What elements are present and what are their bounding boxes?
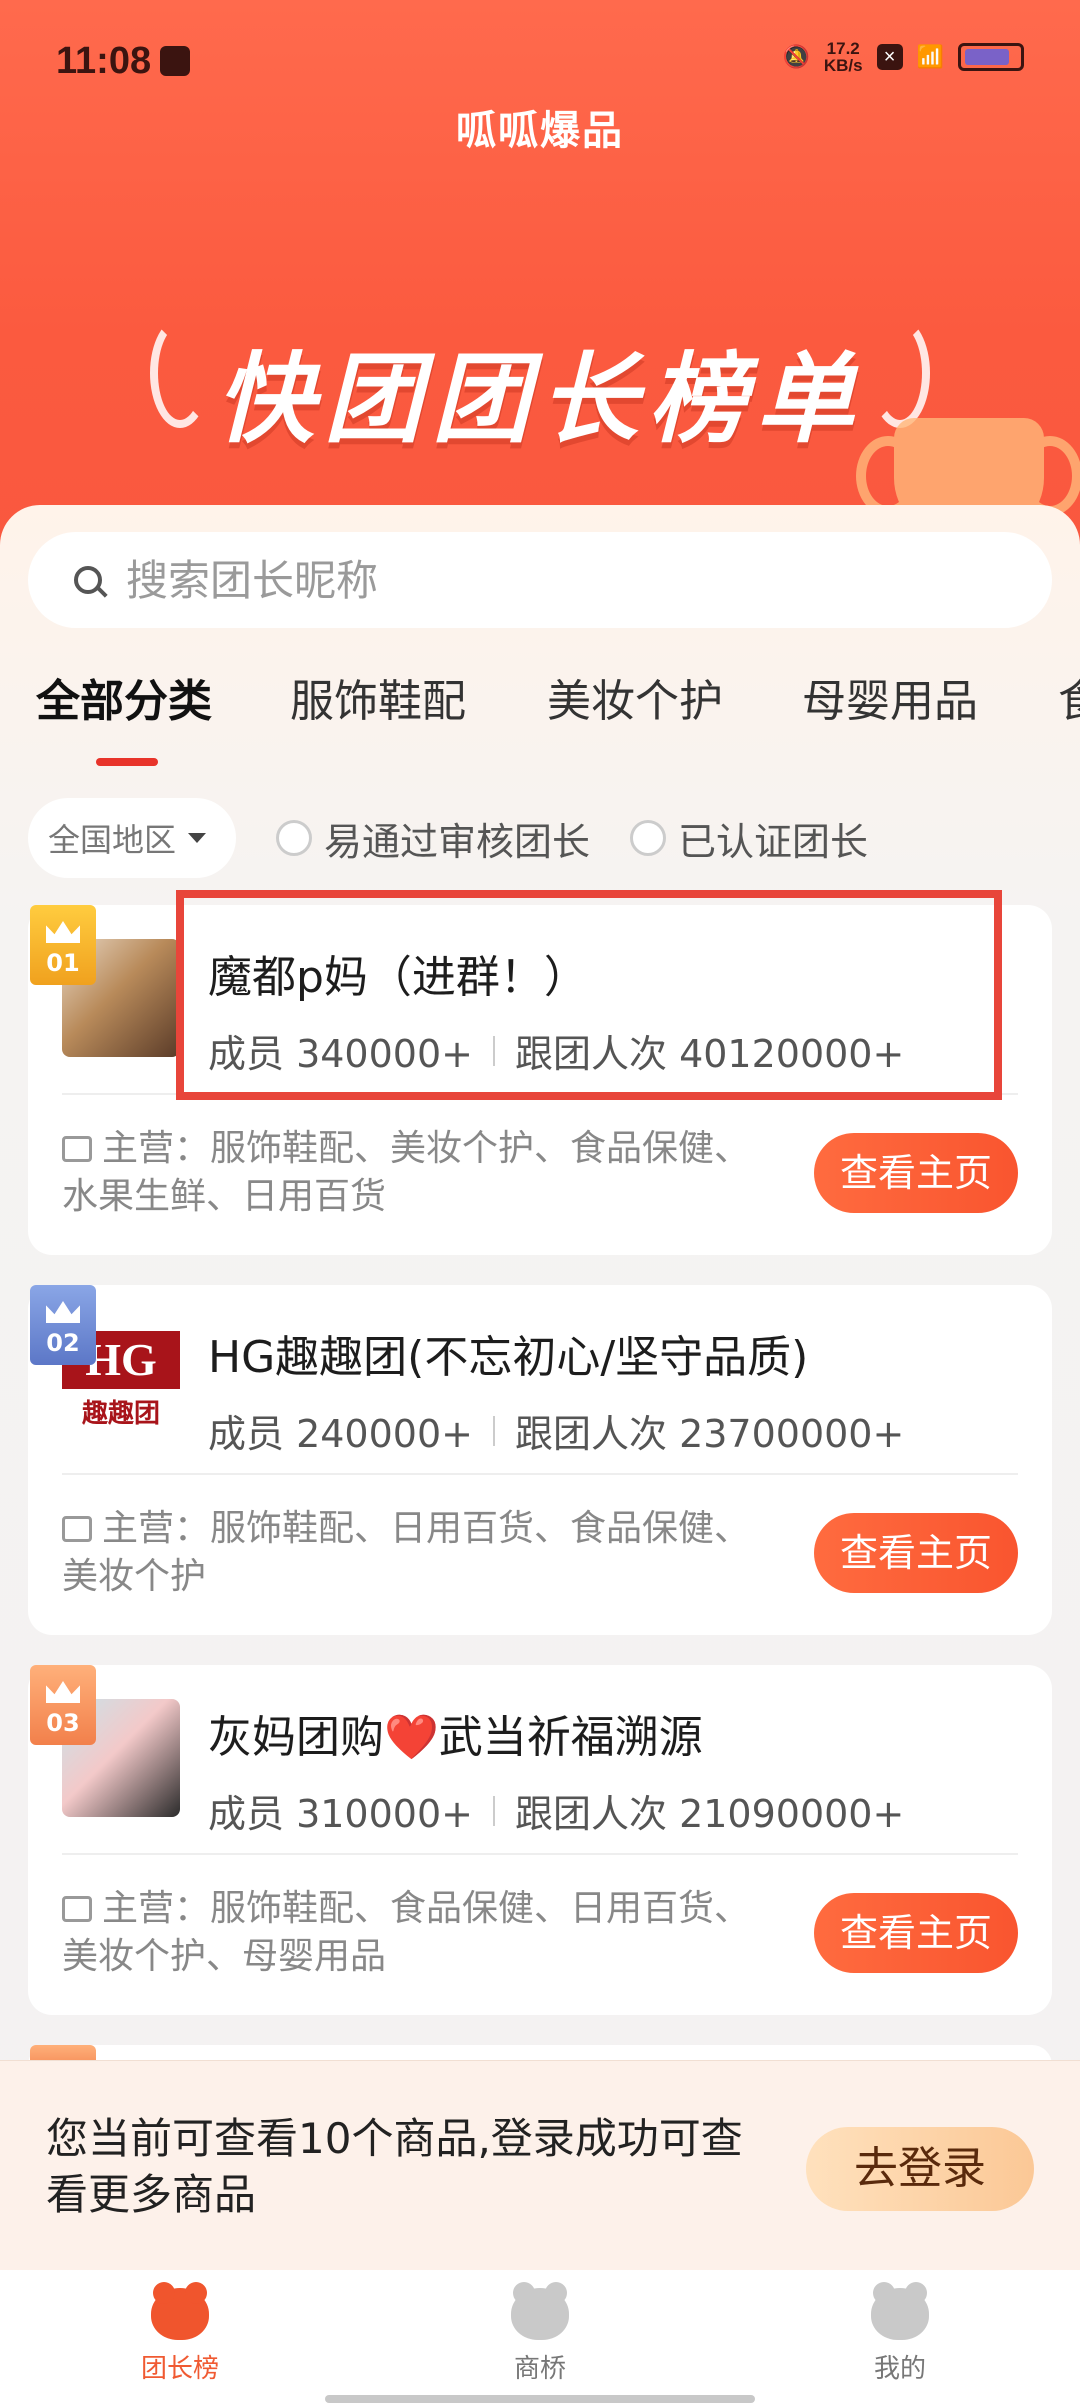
main-categories: 主营：服饰鞋配、日用百货、食品保健、美妆个护 <box>62 1505 752 1601</box>
verified-filter[interactable]: 已认证团长 <box>630 811 868 866</box>
nav-item-me[interactable]: 我的 <box>800 2282 1000 2385</box>
app-title: 呱呱爆品 <box>456 108 624 154</box>
region-label: 全国地区 <box>48 821 177 859</box>
view-homepage-button[interactable]: 查看主页 <box>814 1513 1018 1593</box>
search-input[interactable] <box>126 555 926 605</box>
rank-number: 02 <box>46 1329 80 1357</box>
joins-count: 跟团人次 21090000+ <box>514 1792 905 1836</box>
tab-food[interactable]: 食 <box>1058 665 1080 729</box>
main-categories-text: 主营：服饰鞋配、美妆个护、食品保健、水果生鲜、日用百货 <box>62 1128 751 1217</box>
filter-bar: 全国地区 易通过审核团长 已认证团长 <box>28 798 868 878</box>
tab-all[interactable]: 全部分类 <box>36 665 212 729</box>
verified-label: 已认证团长 <box>678 819 869 864</box>
caret-down-icon <box>188 833 207 843</box>
card-divider <box>62 1853 1018 1855</box>
logo-subtitle: 趣趣团 <box>81 1399 160 1429</box>
shop-icon <box>62 1516 92 1542</box>
main-categories: 主营：服饰鞋配、食品保健、日用百货、美妆个护、母婴用品 <box>62 1885 752 1981</box>
category-tabs: 全部分类 服饰鞋配 美妆个护 母婴用品 食 <box>0 665 1080 765</box>
nav-item-leaderboard[interactable]: 团长榜 <box>80 2282 280 2385</box>
leader-name: 灰妈团购❤️武当祈福溯源 <box>208 1712 703 1763</box>
region-dropdown[interactable]: 全国地区 <box>28 798 237 878</box>
rank-number: 03 <box>46 1709 80 1737</box>
login-prompt-bar: 您当前可查看10个商品,登录成功可查看更多商品 去登录 <box>0 2060 1080 2270</box>
nav-label-leaderboard: 团长榜 <box>140 2354 219 2384</box>
crown-icon <box>46 921 80 943</box>
bottom-nav: 团长榜 商桥 我的 <box>0 2270 1080 2408</box>
leader-card[interactable]: HG 趣趣团 02 HG趣趣团(不忘初心/坚守品质) 成员 240000+ 跟团… <box>28 1285 1052 1635</box>
nav-item-bridge[interactable]: 商桥 <box>440 2282 640 2385</box>
tab-beauty[interactable]: 美妆个护 <box>547 665 723 729</box>
joins-count: 跟团人次 23700000+ <box>514 1412 905 1456</box>
main-categories: 主营：服饰鞋配、美妆个护、食品保健、水果生鲜、日用百货 <box>62 1125 752 1221</box>
stat-divider <box>492 1415 495 1446</box>
view-homepage-button[interactable]: 查看主页 <box>814 1133 1018 1213</box>
tab-apparel[interactable]: 服饰鞋配 <box>290 665 466 729</box>
radio-icon <box>630 820 667 856</box>
status-icons: 🔕 17.2 KB/s × 📶 <box>782 40 1024 74</box>
crown-icon <box>46 1301 80 1323</box>
main-categories-text: 主营：服饰鞋配、日用百货、食品保健、美妆个护 <box>62 1508 751 1597</box>
login-button[interactable]: 去登录 <box>806 2127 1034 2211</box>
crown-icon <box>46 1681 80 1703</box>
profile-frog-icon <box>871 2282 929 2340</box>
wifi-icon: 📶 <box>916 44 944 69</box>
leader-card[interactable]: 03 灰妈团购❤️武当祈福溯源 成员 310000+ 跟团人次 21090000… <box>28 1665 1052 2015</box>
rank-badge: 01 <box>30 905 96 985</box>
tab-baby[interactable]: 母婴用品 <box>802 665 978 729</box>
search-icon <box>74 566 102 594</box>
nav-label-me: 我的 <box>873 2354 926 2384</box>
view-homepage-button[interactable]: 查看主页 <box>814 1893 1018 1973</box>
members-count: 成员 240000+ <box>208 1412 473 1456</box>
tab-indicator <box>96 758 158 766</box>
mute-icon: 🔕 <box>782 44 810 69</box>
leader-stats: 成员 240000+ 跟团人次 23700000+ <box>208 1403 904 1458</box>
radio-icon <box>276 820 313 856</box>
shop-icon <box>62 1136 92 1162</box>
leaderboard-icon <box>151 2282 209 2340</box>
battery-icon <box>958 43 1024 71</box>
rank-badge: 03 <box>30 1665 96 1745</box>
frog-icon <box>511 2282 569 2340</box>
rank-number: 01 <box>46 949 80 977</box>
main-categories-text: 主营：服饰鞋配、食品保健、日用百货、美妆个护、母婴用品 <box>62 1888 751 1977</box>
message-icon <box>160 46 190 76</box>
header-banner: 11:08 🔕 17.2 KB/s × 📶 呱呱爆品 快团团长榜单 <box>0 0 1080 560</box>
leader-name: HG趣趣团(不忘初心/坚守品质) <box>208 1332 809 1383</box>
login-prompt-text: 您当前可查看10个商品,登录成功可查看更多商品 <box>46 2114 743 2219</box>
search-bar[interactable] <box>28 532 1052 628</box>
nav-label-bridge: 商桥 <box>513 2354 566 2384</box>
stat-divider <box>492 1795 495 1826</box>
status-time: 11:08 <box>56 40 152 82</box>
rank-badge: 02 <box>30 1285 96 1365</box>
card-divider <box>62 1473 1018 1475</box>
home-indicator[interactable] <box>325 2395 755 2403</box>
easy-approve-label: 易通过审核团长 <box>324 819 591 864</box>
highlight-box <box>176 890 1002 1100</box>
shop-icon <box>62 1896 92 1922</box>
leader-stats: 成员 310000+ 跟团人次 21090000+ <box>208 1783 904 1838</box>
members-count: 成员 310000+ <box>208 1792 473 1836</box>
easy-approve-filter[interactable]: 易通过审核团长 <box>276 811 590 866</box>
sim-icon: × <box>876 44 903 70</box>
network-rate: 17.2 KB/s <box>823 39 863 75</box>
